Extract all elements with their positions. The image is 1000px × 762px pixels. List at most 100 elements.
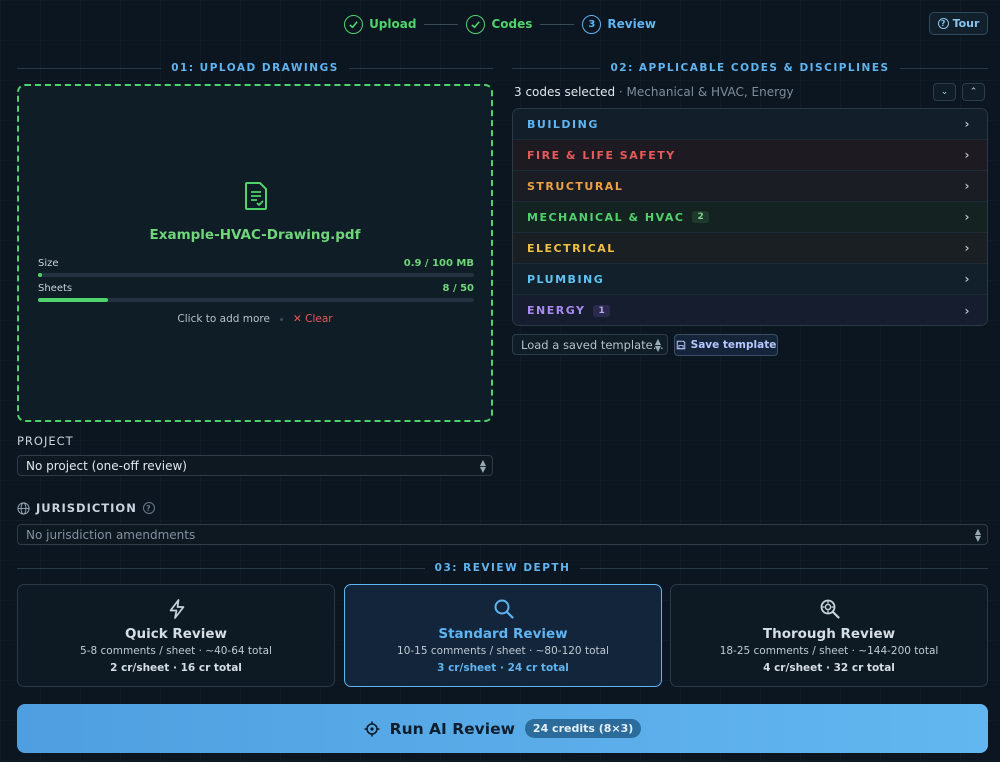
- codes-count: 3 codes selected: [514, 85, 616, 99]
- code-item-fire-life-safety[interactable]: FIRE & LIFE SAFETY ›: [513, 140, 987, 171]
- template-select[interactable]: Load a saved template... ▲ ▼: [512, 334, 668, 355]
- depth-cost: 2 cr/sheet · 16 cr total: [110, 662, 242, 674]
- run-ai-review-button[interactable]: Run AI Review 24 credits (8×3): [17, 704, 988, 753]
- selected-count-badge: 1: [593, 304, 610, 317]
- step-review[interactable]: 3 Review: [582, 14, 656, 34]
- sheets-meter: Sheets 8 / 50: [38, 283, 474, 302]
- depth-cost: 4 cr/sheet · 32 cr total: [763, 662, 895, 674]
- code-item-electrical[interactable]: ELECTRICAL ›: [513, 233, 987, 264]
- jurisdiction-value: No jurisdiction amendments: [26, 527, 196, 542]
- code-item-plumbing[interactable]: PLUMBING ›: [513, 264, 987, 295]
- check-icon: [344, 14, 364, 34]
- search-icon: [494, 599, 514, 619]
- help-icon: ?: [937, 18, 949, 29]
- progress-stepper: Upload Codes 3 Review: [0, 12, 1000, 36]
- size-progress-fill: [38, 273, 42, 277]
- depth-title: Standard Review: [438, 626, 568, 642]
- clear-button[interactable]: ✕ Clear: [293, 313, 333, 325]
- code-item-energy[interactable]: ENERGY 1 ›: [513, 295, 987, 325]
- depth-option-thorough[interactable]: Thorough Review 18-25 comments / sheet ·…: [670, 584, 988, 687]
- upload-section-header: 01: UPLOAD DRAWINGS: [17, 61, 493, 75]
- tour-button[interactable]: ? Tour: [929, 12, 988, 35]
- jurisdiction-select[interactable]: No jurisdiction amendments ▲ ▼: [17, 524, 988, 545]
- size-meter: Size 0.9 / 100 MB: [38, 258, 474, 277]
- chevron-right-icon: ›: [964, 210, 971, 224]
- save-template-button[interactable]: Save template: [674, 334, 778, 356]
- globe-icon: [17, 501, 30, 515]
- depth-description: 18-25 comments / sheet · ~144-200 total: [719, 645, 939, 657]
- project-label: PROJECT: [17, 434, 74, 448]
- step-upload[interactable]: Upload: [344, 14, 417, 34]
- chevron-right-icon: ›: [964, 272, 971, 286]
- selected-count-badge: 2: [692, 211, 709, 223]
- codes-summary: 3 codes selected · Mechanical & HVAC, En…: [514, 85, 794, 99]
- size-progress-bar: [38, 273, 474, 277]
- double-chevron-up-icon: ⌃: [969, 87, 978, 97]
- project-value: No project (one-off review): [26, 458, 187, 473]
- sheets-progress-bar: [38, 298, 474, 302]
- sheets-value: 8 / 50: [442, 283, 475, 294]
- code-discipline-list: BUILDING › FIRE & LIFE SAFETY › STRUCTUR…: [512, 108, 988, 326]
- code-item-structural[interactable]: STRUCTURAL ›: [513, 171, 987, 202]
- code-label: PLUMBING: [527, 272, 605, 286]
- check-icon: [466, 14, 486, 34]
- code-item-building[interactable]: BUILDING ›: [513, 109, 987, 140]
- jurisdiction-label: JURISDICTION ?: [17, 501, 155, 515]
- sheets-label: Sheets: [38, 283, 73, 294]
- zoom-detail-icon: [820, 599, 840, 619]
- depth-option-standard[interactable]: Standard Review 10-15 comments / sheet ·…: [344, 584, 662, 687]
- updown-chevron-icon: ▲ ▼: [479, 458, 486, 474]
- depth-title: Quick Review: [124, 626, 227, 642]
- run-label: Run AI Review: [389, 719, 515, 738]
- project-label-text: PROJECT: [17, 434, 74, 448]
- chevron-right-icon: ›: [964, 241, 971, 255]
- code-label: STRUCTURAL: [527, 179, 624, 193]
- size-value: 0.9 / 100 MB: [403, 258, 474, 269]
- help-icon[interactable]: ?: [142, 502, 155, 514]
- expand-all-button[interactable]: ⌄: [933, 83, 956, 101]
- depth-title: Thorough Review: [762, 626, 896, 642]
- credits-badge: 24 credits (8×3): [524, 719, 642, 738]
- file-name: Example-HVAC-Drawing.pdf: [149, 227, 361, 243]
- step-label: Upload: [369, 17, 417, 31]
- depth-section-header: 03: REVIEW DEPTH: [17, 561, 989, 575]
- code-label: BUILDING: [527, 117, 599, 131]
- step-label: Review: [607, 17, 656, 31]
- code-label: MECHANICAL & HVAC: [527, 210, 685, 224]
- depth-description: 5-8 comments / sheet · ~40-64 total: [80, 645, 272, 657]
- step-number: 3: [582, 14, 602, 34]
- document-icon: [245, 182, 267, 210]
- codes-detail: · Mechanical & HVAC, Energy: [615, 85, 794, 99]
- chevron-right-icon: ›: [964, 117, 971, 131]
- close-icon: ✕: [292, 313, 302, 325]
- chevron-right-icon: ›: [964, 303, 971, 318]
- code-item-mechanical-hvac[interactable]: MECHANICAL & HVAC 2 ›: [513, 202, 987, 233]
- code-label: ENERGY: [527, 304, 586, 317]
- updown-chevron-icon: ▲ ▼: [974, 527, 981, 543]
- codes-section-header: 02: APPLICABLE CODES & DISCIPLINES: [512, 61, 989, 75]
- sheets-progress-fill: [38, 298, 108, 302]
- upload-dropzone[interactable]: Example-HVAC-Drawing.pdf Size 0.9 / 100 …: [17, 84, 493, 422]
- target-icon: [364, 721, 380, 736]
- chevron-right-icon: ›: [964, 179, 971, 193]
- add-more-link[interactable]: Click to add more: [177, 313, 270, 325]
- clear-label: Clear: [305, 313, 333, 325]
- step-codes[interactable]: Codes: [466, 14, 533, 34]
- dropzone-actions: Click to add more ✕ Clear: [19, 313, 491, 325]
- step-label: Codes: [491, 17, 533, 31]
- section-title: 02: APPLICABLE CODES & DISCIPLINES: [610, 62, 890, 74]
- updown-chevron-icon: ▲ ▼: [654, 337, 661, 353]
- save-template-label: Save template: [690, 339, 777, 351]
- depth-description: 10-15 comments / sheet · ~80-120 total: [397, 645, 609, 657]
- separator-dot: [279, 317, 283, 321]
- depth-option-quick[interactable]: Quick Review 5-8 comments / sheet · ~40-…: [17, 584, 335, 687]
- code-label: FIRE & LIFE SAFETY: [527, 148, 676, 162]
- project-select[interactable]: No project (one-off review) ▲ ▼: [17, 455, 493, 476]
- collapse-all-button[interactable]: ⌃: [962, 83, 985, 101]
- template-placeholder: Load a saved template...: [521, 337, 664, 352]
- depth-cost: 3 cr/sheet · 24 cr total: [437, 662, 569, 674]
- step-connector: [424, 23, 459, 25]
- save-icon: [676, 340, 685, 350]
- double-chevron-down-icon: ⌄: [940, 87, 949, 97]
- section-title: 03: REVIEW DEPTH: [434, 562, 571, 574]
